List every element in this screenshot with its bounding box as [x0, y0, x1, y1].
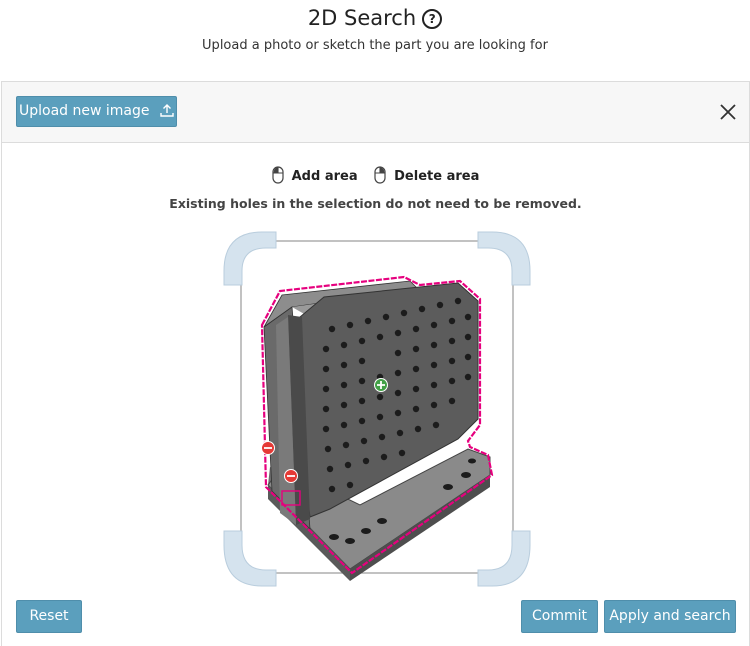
upload-image-button[interactable]: Upload new image: [16, 96, 177, 127]
crop-handle-bottom-right[interactable]: [477, 530, 531, 587]
add-marker[interactable]: [374, 378, 388, 392]
crop-handle-top-right[interactable]: [477, 231, 531, 286]
legend-delete-area: Delete area: [374, 166, 479, 184]
delete-area-label: Delete area: [394, 169, 480, 184]
search-panel: Upload new image Add area Delete area Ex…: [1, 81, 750, 646]
part-image: [263, 280, 491, 581]
image-selection-canvas[interactable]: [222, 229, 532, 589]
page-title: 2D Search: [307, 6, 417, 30]
title-row: 2D Search?: [0, 6, 750, 30]
panel-toolbar: Upload new image: [2, 82, 749, 143]
mouse-right-icon: [374, 166, 386, 184]
legend-add-area: Add area: [272, 166, 358, 184]
commit-button[interactable]: Commit: [521, 600, 598, 633]
page-subtitle: Upload a photo or sketch the part you ar…: [202, 38, 548, 53]
reset-button[interactable]: Reset: [16, 600, 82, 633]
upload-button-label: Upload new image: [19, 103, 150, 119]
mouse-left-icon: [272, 166, 284, 184]
delete-marker[interactable]: [284, 469, 298, 483]
crop-handle-top-left[interactable]: [223, 231, 277, 286]
help-icon[interactable]: ?: [422, 9, 443, 29]
crop-handle-bottom-left[interactable]: [223, 530, 277, 587]
header: 2D Search? Upload a photo or sketch the …: [0, 0, 750, 80]
add-area-label: Add area: [291, 169, 358, 184]
mouse-legend: Add area Delete area: [2, 166, 749, 184]
upload-icon: [160, 104, 174, 117]
delete-marker[interactable]: [261, 441, 275, 455]
close-icon[interactable]: [718, 102, 738, 122]
apply-and-search-button[interactable]: Apply and search: [604, 600, 736, 633]
hint-text: Existing holes in the selection do not n…: [169, 196, 582, 211]
